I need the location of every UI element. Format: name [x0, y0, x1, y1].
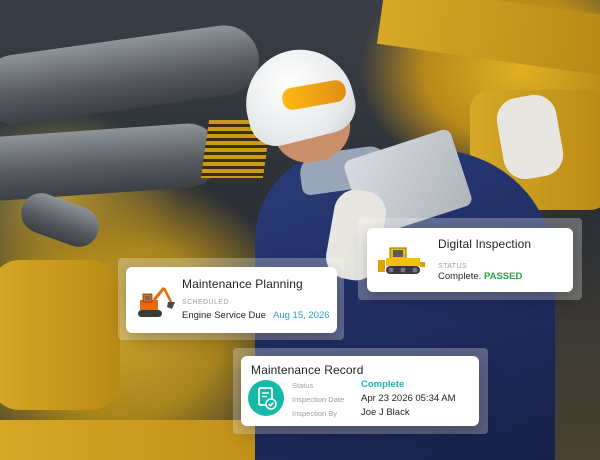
scheduled-date: Aug 15, 2026: [273, 310, 330, 321]
inspection-by-label: Inspection By: [292, 409, 338, 418]
excavator-icon: [138, 287, 175, 317]
card-title: Maintenance Record: [251, 363, 364, 377]
inspection-date-label: Inspection Date: [292, 395, 345, 404]
inspection-date-value: Apr 23 2026 05:34 AM: [361, 393, 456, 404]
card-title: Digital Inspection: [438, 237, 532, 251]
status-line: Complete. PASSED: [438, 271, 522, 282]
document-check-icon: [248, 380, 284, 416]
record-status-label: Status: [292, 381, 314, 390]
inspection-by-value: Joe J Black: [361, 407, 410, 418]
status-result-badge: PASSED: [483, 271, 523, 282]
scheduled-label: SCHEDULED: [182, 299, 229, 306]
record-status-value: Complete: [361, 379, 405, 390]
scheduled-task: Engine Service Due: [182, 310, 266, 321]
bulldozer-icon: [378, 247, 425, 274]
status-text: Complete.: [438, 271, 482, 282]
digital-inspection-card[interactable]: Digital Inspection STATUS Complete. PASS…: [367, 228, 573, 292]
maintenance-planning-card[interactable]: Maintenance Planning SCHEDULED Engine Se…: [126, 267, 337, 333]
card-title: Maintenance Planning: [182, 277, 303, 291]
maintenance-record-card[interactable]: Maintenance Record Status Complete Inspe…: [241, 356, 479, 426]
status-label: STATUS: [438, 263, 467, 270]
